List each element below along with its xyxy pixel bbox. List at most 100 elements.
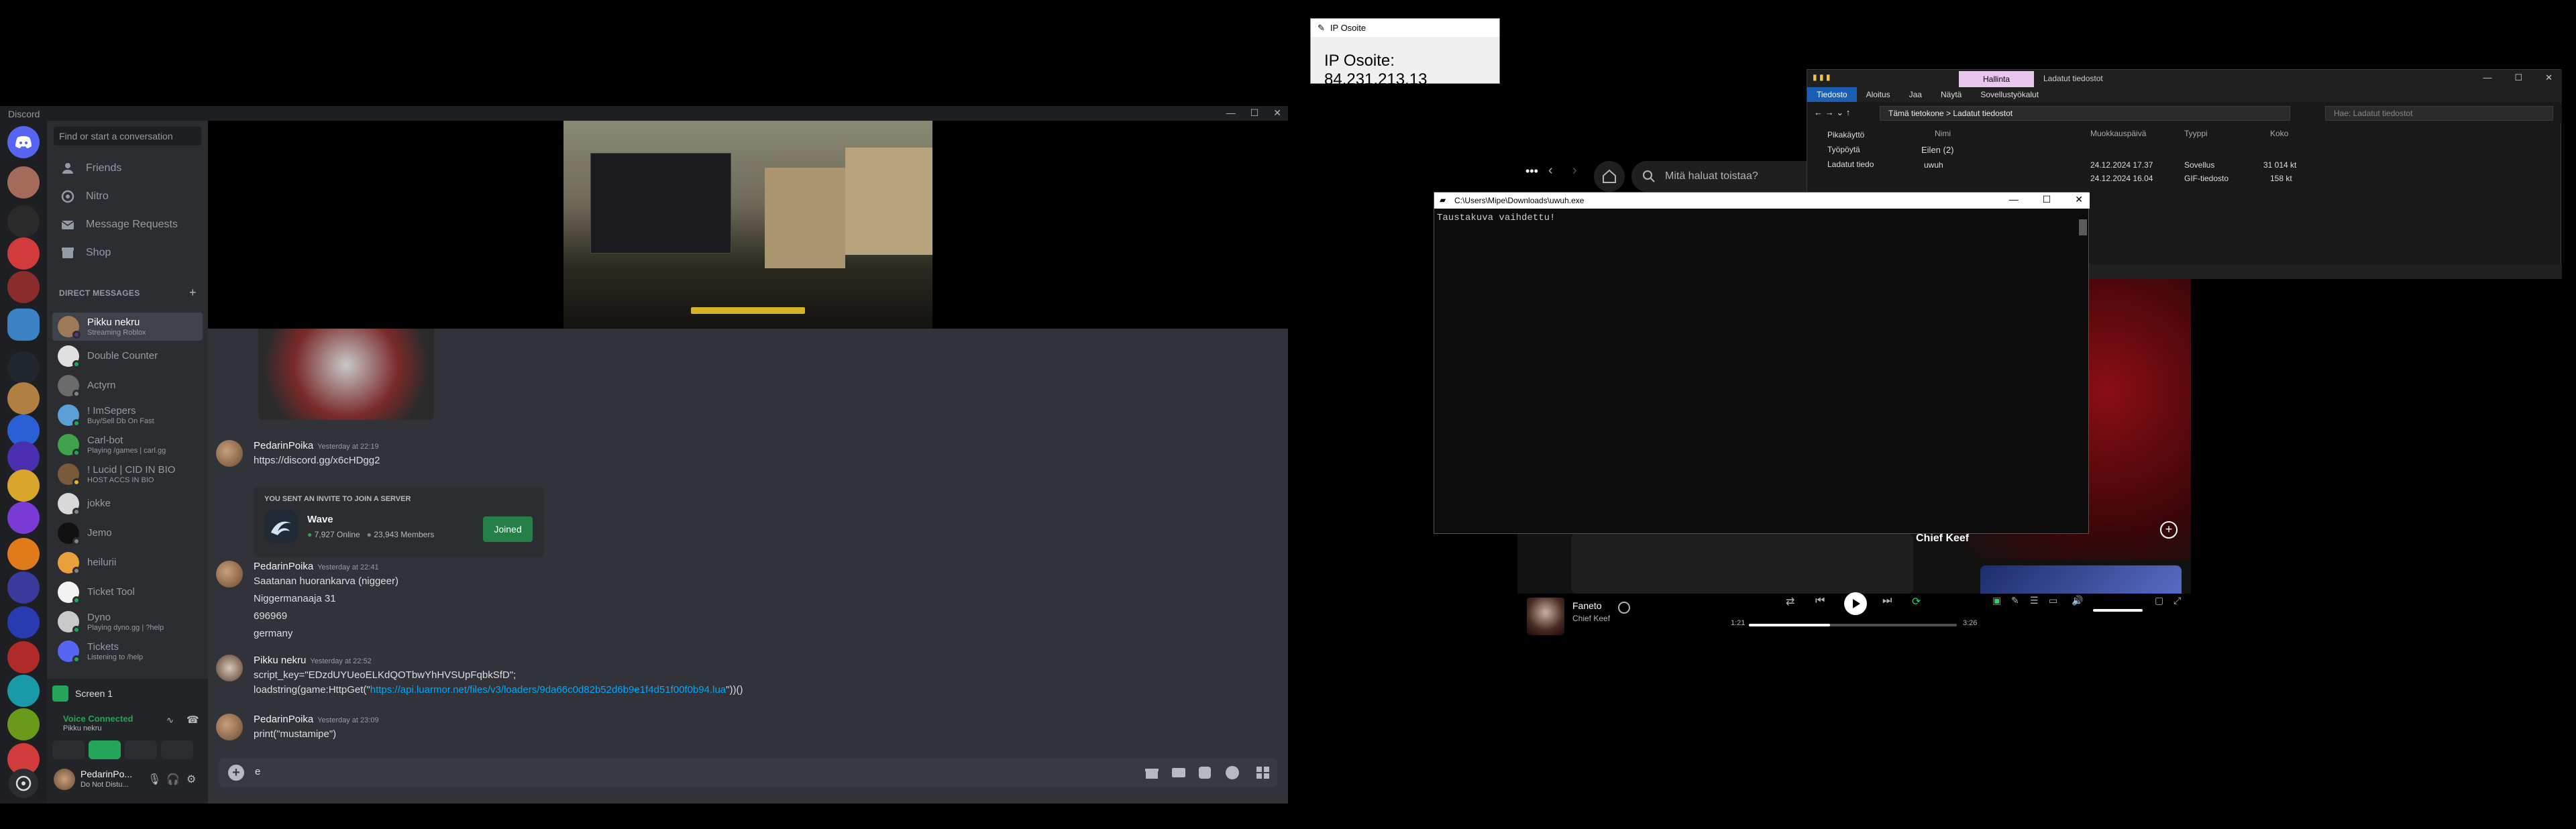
- gif-icon[interactable]: [1170, 765, 1187, 781]
- avatar[interactable]: [58, 493, 80, 516]
- repeat-icon[interactable]: ⟳: [1912, 595, 1921, 608]
- dm-item[interactable]: Ticket Tool: [52, 578, 203, 606]
- message-composer[interactable]: + e: [219, 758, 1277, 787]
- nav-friends[interactable]: Friends: [52, 154, 203, 182]
- close-icon[interactable]: ✕: [1273, 107, 1281, 119]
- voice-channel-label[interactable]: Pikku nekru: [63, 724, 101, 732]
- avatar[interactable]: [58, 434, 80, 457]
- message-author[interactable]: PedarinPoika: [254, 714, 313, 725]
- maximize-icon[interactable]: ☐: [2043, 194, 2051, 205]
- ribbon-tab-file[interactable]: Tiedosto: [1807, 87, 1857, 102]
- stream-video[interactable]: [564, 121, 932, 329]
- create-dm-plus-icon[interactable]: +: [189, 286, 197, 300]
- search-input[interactable]: Hae: Ladatut tiedostot: [2325, 106, 2553, 121]
- back-icon[interactable]: ‹: [1548, 163, 1553, 178]
- server-icon[interactable]: [264, 510, 298, 543]
- fullscreen-icon[interactable]: ⤢: [2174, 595, 2181, 606]
- volume-slider[interactable]: [2093, 609, 2143, 612]
- avatar[interactable]: [54, 769, 75, 790]
- server-icon[interactable]: [7, 237, 40, 270]
- explorer-titlebar[interactable]: ▮ ▮ ▮ Hallinta Ladatut tiedostot — ☐ ✕: [1807, 70, 2562, 87]
- nav-shop[interactable]: Shop: [52, 239, 203, 267]
- server-icon[interactable]: [7, 606, 40, 639]
- share-screen-button[interactable]: [89, 740, 121, 759]
- server-icon[interactable]: [7, 571, 40, 604]
- message-author[interactable]: PedarinPoika: [254, 561, 313, 572]
- ribbon-tab-home[interactable]: Aloitus: [1857, 87, 1900, 102]
- voice-connected-label[interactable]: Voice Connected: [63, 714, 133, 724]
- avatar[interactable]: [58, 522, 80, 545]
- add-plus-icon[interactable]: +: [2160, 521, 2178, 539]
- miniplayer-icon[interactable]: ▢: [2155, 595, 2163, 606]
- disconnect-icon[interactable]: ☎: [186, 714, 199, 726]
- previous-icon[interactable]: ⏮: [1815, 595, 1825, 607]
- minimize-icon[interactable]: —: [2009, 194, 2019, 205]
- minimize-icon[interactable]: —: [1226, 107, 1236, 119]
- connect-device-icon[interactable]: ▭: [2049, 595, 2057, 606]
- now-playing-view-icon[interactable]: ▣: [1992, 595, 2001, 606]
- ribbon-tab-app-tools[interactable]: Sovellustyökalut: [1971, 87, 2048, 102]
- activities-button[interactable]: [125, 740, 157, 759]
- dm-item[interactable]: heilurii: [52, 549, 203, 577]
- forward-icon[interactable]: ›: [1572, 163, 1577, 178]
- avatar[interactable]: [58, 316, 80, 339]
- home-button[interactable]: [7, 126, 40, 158]
- close-icon[interactable]: ✕: [2075, 194, 2083, 205]
- camera-button[interactable]: [52, 740, 85, 759]
- server-icon[interactable]: [7, 502, 40, 534]
- nav-downloads[interactable]: Ladatut tiedo: [1827, 160, 1874, 169]
- lyrics-icon[interactable]: ✎: [2011, 595, 2019, 606]
- avatar[interactable]: [58, 582, 80, 604]
- nav-arrows-icon[interactable]: ← → ⌄ ↑: [1814, 107, 1850, 118]
- avatar[interactable]: [58, 375, 80, 398]
- group-header[interactable]: Eilen (2): [1921, 145, 1953, 155]
- message-author[interactable]: Pikku nekru: [254, 655, 306, 666]
- ribbon-tab-share[interactable]: Jaa: [1900, 87, 1931, 102]
- song-artist[interactable]: Chief Keef: [1572, 614, 1610, 623]
- server-icon[interactable]: [7, 351, 40, 384]
- album-cover[interactable]: [1527, 598, 1564, 635]
- scrollbar[interactable]: [2079, 219, 2087, 235]
- shuffle-icon[interactable]: ⇄: [1786, 595, 1794, 608]
- gift-icon[interactable]: [1143, 765, 1161, 781]
- dm-item[interactable]: Pikku nekru Streaming Roblox: [52, 313, 203, 341]
- message-author[interactable]: PedarinPoika: [254, 440, 313, 451]
- volume-icon[interactable]: 🔊: [2072, 595, 2083, 606]
- nav-message-requests[interactable]: Message Requests: [52, 211, 203, 239]
- more-icon[interactable]: •••: [1525, 164, 1538, 178]
- dm-item[interactable]: ! ImSepers Buy/Sell Db On Fast: [52, 401, 203, 429]
- dm-item[interactable]: Double Counter: [52, 342, 203, 370]
- server-icon[interactable]: [7, 309, 40, 341]
- stream-viewer[interactable]: [208, 121, 1288, 329]
- sticker-icon[interactable]: [1197, 765, 1214, 781]
- composer-input[interactable]: e: [255, 766, 260, 777]
- avatar[interactable]: [58, 404, 80, 427]
- song-title[interactable]: Faneto: [1572, 600, 1602, 611]
- server-icon[interactable]: [7, 675, 40, 707]
- apps-icon[interactable]: [1254, 765, 1272, 781]
- attach-plus-icon[interactable]: +: [228, 765, 244, 781]
- dm-item[interactable]: Carl-bot Playing /games | carl.gg: [52, 431, 203, 459]
- maximize-icon[interactable]: ☐: [1250, 107, 1259, 119]
- add-to-library-icon[interactable]: [1618, 602, 1630, 614]
- column-name[interactable]: Nimi: [1935, 129, 1951, 138]
- search-input[interactable]: Find or start a conversation: [54, 127, 201, 146]
- column-type[interactable]: Tyyppi: [2184, 129, 2208, 138]
- dm-item[interactable]: jokke: [52, 490, 203, 518]
- avatar[interactable]: [58, 641, 80, 663]
- close-icon[interactable]: ✕: [2545, 72, 2553, 83]
- content-card[interactable]: [1571, 533, 1913, 594]
- screen-share-row[interactable]: Screen 1: [52, 681, 203, 706]
- address-path[interactable]: Tämä tietokone > Ladatut tiedostot: [1880, 106, 2290, 121]
- file-row[interactable]: 24.12.2024 16.04 GIF-tiedosto 158 kt: [1915, 172, 2562, 185]
- avatar[interactable]: [58, 611, 80, 634]
- microphone-icon[interactable]: 🎙: [148, 773, 161, 786]
- console-titlebar[interactable]: ▰ C:\Users\Mipe\Downloads\uwuh.exe — ☐ ✕: [1434, 192, 2090, 209]
- code-link[interactable]: https://api.luarmor.net/files/v3/loaders…: [370, 684, 726, 696]
- ip-window-titlebar[interactable]: ✎ IP Osoite: [1311, 19, 1499, 37]
- user-name[interactable]: PedarinPo...: [80, 769, 132, 779]
- play-button[interactable]: [1844, 592, 1867, 615]
- gear-icon[interactable]: ⚙: [186, 773, 196, 786]
- image-attachment[interactable]: [258, 329, 434, 420]
- nav-desktop[interactable]: Työpöytä: [1827, 145, 1860, 154]
